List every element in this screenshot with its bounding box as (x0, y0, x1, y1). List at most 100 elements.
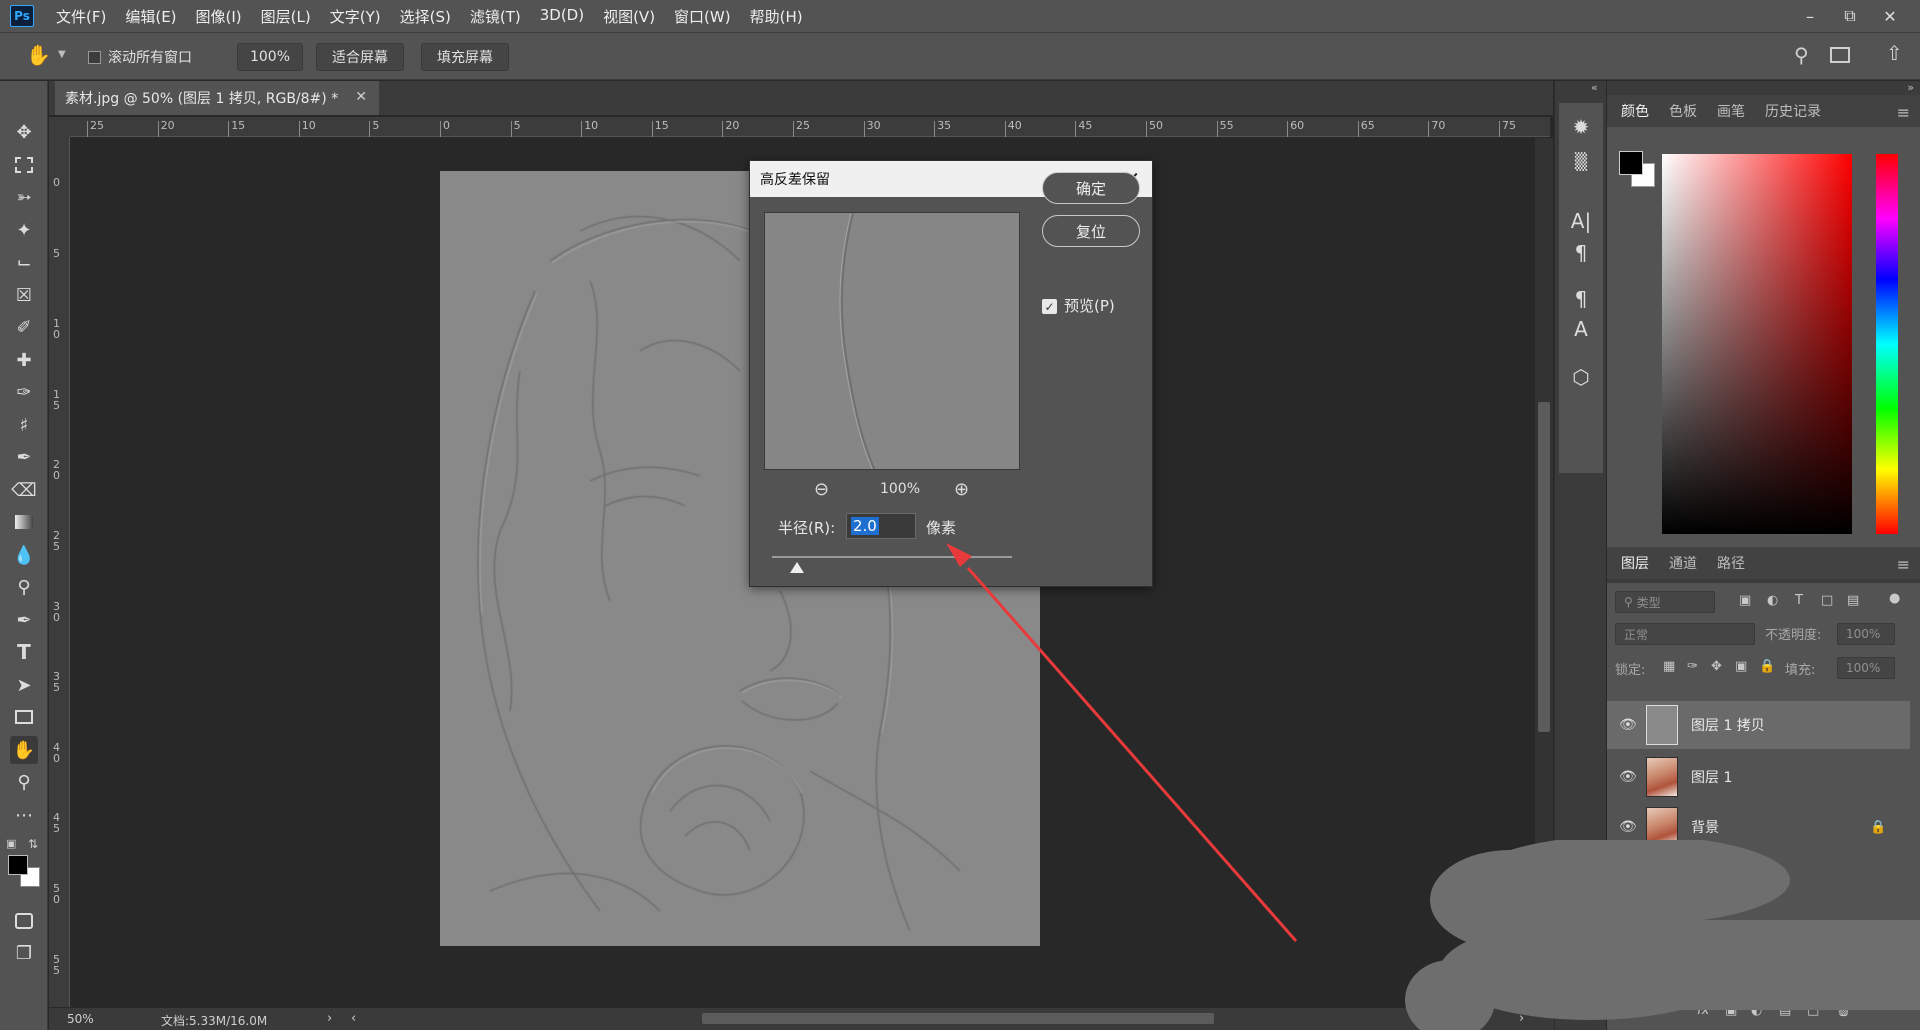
eraser-tool-icon[interactable]: ⌫ (10, 476, 38, 504)
layer-row-1[interactable]: 👁 图层 1 (1607, 753, 1910, 801)
crop-tool-icon[interactable]: ⌙ (10, 248, 38, 276)
close-window-icon[interactable]: ✕ (1870, 7, 1910, 26)
radius-slider-thumb[interactable] (790, 562, 804, 573)
character-icon[interactable]: A| (1567, 207, 1595, 235)
swap-colors-icon[interactable]: ⇅ (28, 837, 38, 851)
filter-adjustment-icon[interactable]: ◐ (1767, 593, 1778, 608)
foreground-color-swatch[interactable] (8, 855, 28, 875)
layer-filter-select[interactable]: ⚲ 类型 (1615, 591, 1715, 613)
vertical-scroll-thumb[interactable] (1538, 402, 1550, 732)
menu-window[interactable]: 窗口(W) (674, 6, 731, 27)
tab-channels[interactable]: 通道 (1669, 553, 1697, 573)
radius-input[interactable]: 2.0 (846, 513, 916, 539)
layers-panel-menu-icon[interactable]: ≡ (1897, 555, 1910, 574)
tool-preset-chevron-icon[interactable]: ▼ (58, 49, 66, 60)
panel-menu-icon[interactable]: ≡ (1897, 103, 1910, 122)
menu-image[interactable]: 图像(I) (196, 6, 242, 27)
filter-type-icon[interactable]: T (1795, 593, 1803, 608)
menu-filter[interactable]: 滤镜(T) (470, 6, 521, 27)
history-brush-tool-icon[interactable]: ✒ (10, 443, 38, 471)
paragraph-styles-icon[interactable]: ¶ (1567, 285, 1595, 313)
workspace-icon[interactable] (1830, 47, 1850, 63)
layer-name[interactable]: 图层 1 (1691, 767, 1732, 787)
fill-input[interactable]: 100% (1837, 657, 1895, 679)
magic-wand-tool-icon[interactable]: ✦ (10, 216, 38, 244)
preview-checkbox[interactable]: ✓ (1042, 299, 1057, 314)
zoom-in-icon[interactable]: ⊕ (954, 479, 969, 500)
minimize-icon[interactable]: – (1790, 7, 1830, 26)
scroll-left-icon[interactable]: ‹ (351, 1011, 356, 1026)
hue-slider[interactable] (1876, 154, 1898, 534)
tab-color[interactable]: 颜色 (1621, 101, 1649, 121)
more-tools-icon[interactable]: ⋯ (10, 801, 38, 829)
move-tool-icon[interactable]: ✥ (10, 118, 38, 146)
zoom-out-icon[interactable]: ⊖ (814, 479, 829, 500)
menu-3d[interactable]: 3D(D) (540, 6, 584, 27)
quick-mask-icon[interactable] (10, 907, 38, 935)
visibility-eye-icon[interactable]: 👁 (1619, 819, 1637, 835)
adjustments-icon[interactable]: ✹ (1567, 113, 1595, 141)
menu-select[interactable]: 选择(S) (400, 6, 451, 27)
lock-artboard-icon[interactable]: ▣ (1735, 659, 1747, 674)
document-tab[interactable]: 素材.jpg @ 50% (图层 1 拷贝, RGB/8#) * ✕ (55, 81, 379, 115)
tab-swatches[interactable]: 色板 (1669, 101, 1697, 121)
paragraph-icon[interactable]: ¶ (1567, 239, 1595, 267)
dodge-tool-icon[interactable]: ⚲ (10, 573, 38, 601)
rectangle-tool-icon[interactable] (10, 703, 38, 731)
menu-file[interactable]: 文件(F) (56, 6, 106, 27)
filter-smart-object-icon[interactable]: ▤ (1847, 593, 1859, 608)
saturation-brightness-field[interactable] (1662, 154, 1852, 534)
type-tool-icon[interactable]: T (10, 638, 38, 666)
filter-preview-window[interactable] (764, 212, 1020, 470)
tab-history[interactable]: 历史记录 (1765, 101, 1821, 121)
hand-tool-icon[interactable]: ✋ (10, 736, 38, 764)
search-icon[interactable]: ⚲ (1794, 43, 1809, 67)
share-icon[interactable]: ⇧ (1886, 41, 1903, 65)
brush-tool-icon[interactable]: ✑ (10, 378, 38, 406)
lasso-tool-icon[interactable]: ➳ (10, 183, 38, 211)
gradient-tool-icon[interactable] (10, 508, 38, 536)
marquee-tool-icon[interactable] (10, 151, 38, 179)
blur-tool-icon[interactable]: 💧 (10, 541, 38, 569)
fit-screen-button[interactable]: 适合屏幕 (316, 43, 404, 71)
expand-panels-icon[interactable]: » (1907, 81, 1914, 94)
ok-button[interactable]: 确定 (1042, 172, 1140, 204)
menu-layer[interactable]: 图层(L) (261, 6, 311, 27)
healing-brush-tool-icon[interactable]: ✚ (10, 346, 38, 374)
eyedropper-tool-icon[interactable]: ✐ (10, 313, 38, 341)
close-tab-icon[interactable]: ✕ (355, 89, 367, 105)
lock-image-icon[interactable]: ✑ (1687, 659, 1698, 674)
zoom-100-button[interactable]: 100% (237, 43, 303, 71)
tab-layers[interactable]: 图层 (1621, 553, 1649, 573)
lock-all-icon[interactable]: 🔒 (1759, 659, 1775, 674)
clone-stamp-tool-icon[interactable]: ♯ (10, 411, 38, 439)
menu-type[interactable]: 文字(Y) (330, 6, 381, 27)
zoom-tool-icon[interactable]: ⚲ (10, 768, 38, 796)
zoom-readout[interactable]: 50% (67, 1012, 94, 1026)
pen-tool-icon[interactable]: ✒ (10, 606, 38, 634)
lock-position-icon[interactable]: ✥ (1711, 659, 1722, 674)
visibility-eye-icon[interactable]: 👁 (1619, 769, 1637, 785)
status-menu-arrow-icon[interactable]: › (327, 1011, 332, 1026)
blend-mode-select[interactable]: 正常 (1615, 623, 1755, 645)
path-selection-tool-icon[interactable]: ➤ (10, 671, 38, 699)
layer-row-1-copy[interactable]: 👁 图层 1 拷贝 (1607, 701, 1910, 749)
screen-mode-icon[interactable]: ❐ (10, 939, 38, 967)
hand-tool-icon[interactable]: ✋ (26, 43, 51, 67)
visibility-eye-icon[interactable]: 👁 (1619, 717, 1637, 733)
character-styles-icon[interactable]: A (1567, 315, 1595, 343)
tab-paths[interactable]: 路径 (1717, 553, 1745, 573)
fill-screen-button[interactable]: 填充屏幕 (421, 43, 509, 71)
menu-view[interactable]: 视图(V) (603, 6, 655, 27)
layer-name[interactable]: 图层 1 拷贝 (1691, 715, 1765, 735)
menu-edit[interactable]: 编辑(E) (125, 6, 176, 27)
frame-tool-icon[interactable]: ☒ (10, 281, 38, 309)
opacity-input[interactable]: 100% (1837, 623, 1895, 645)
histogram-icon[interactable]: ▒ (1567, 147, 1595, 175)
filter-shape-icon[interactable]: □ (1821, 593, 1833, 608)
scroll-all-windows-checkbox[interactable] (88, 51, 101, 64)
3d-icon[interactable]: ⬡ (1567, 363, 1595, 391)
panel-foreground-color-swatch[interactable] (1619, 151, 1643, 175)
reset-button[interactable]: 复位 (1042, 215, 1140, 247)
tab-brushes[interactable]: 画笔 (1717, 101, 1745, 121)
